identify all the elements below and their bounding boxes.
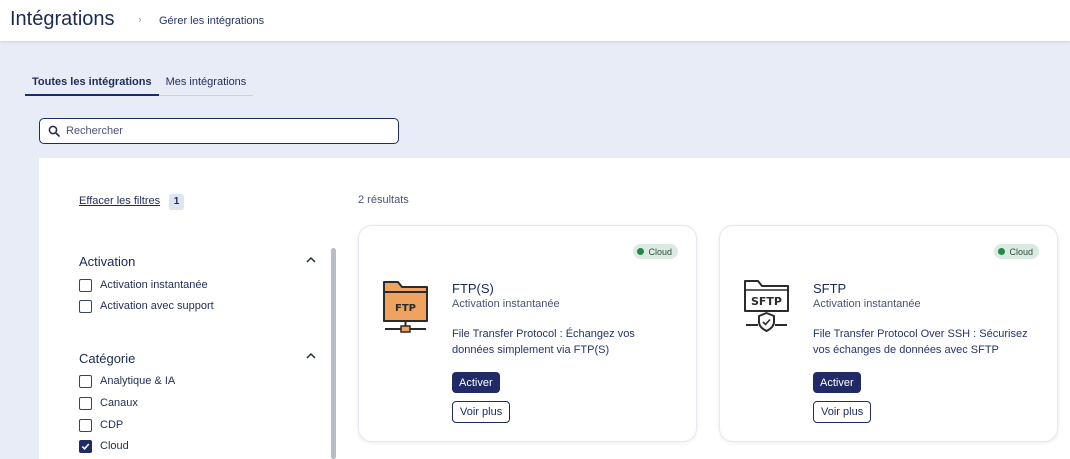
checkbox[interactable] [79, 418, 92, 432]
main-panel: Effacer les filtres 1 Activation Activat… [39, 158, 1070, 459]
integration-name: SFTP [813, 281, 847, 296]
svg-text:SFTP: SFTP [751, 295, 782, 308]
see-more-button[interactable]: Voir plus [813, 401, 872, 423]
badge-label: Cloud [648, 246, 672, 257]
checkbox-checked[interactable] [79, 439, 92, 453]
search-input[interactable] [66, 125, 366, 137]
see-more-button[interactable]: Voir plus [452, 401, 511, 423]
checkbox[interactable] [79, 374, 92, 388]
integration-card-ftps[interactable]: Cloud FTP FTP(S) Activation instantanée … [358, 225, 697, 442]
sftp-folder-shield-icon: SFTP [744, 280, 789, 332]
chevron-up-icon[interactable] [305, 254, 317, 266]
filter-group-title-activation: Activation [79, 254, 136, 269]
clear-filters-link[interactable]: Effacer les filtres [79, 195, 160, 207]
tab-all-integrations[interactable]: Toutes les intégrations [25, 74, 159, 96]
badge-label: Cloud [1009, 246, 1033, 257]
cloud-badge: Cloud [633, 244, 678, 259]
results-count: 2 résultats [358, 194, 409, 206]
checkbox[interactable] [79, 299, 92, 313]
page-title: Intégrations [10, 8, 115, 30]
status-dot-icon [637, 248, 645, 255]
filter-option-label: Cloud [100, 440, 129, 452]
top-bar: Intégrations › Gérer les intégrations [0, 0, 1070, 41]
activate-button[interactable]: Activer [452, 372, 500, 393]
integration-card-sftp[interactable]: Cloud SFTP SFTP Activation instantanée F… [719, 225, 1058, 442]
filter-option-activation-instantanee[interactable]: Activation instantanée [79, 277, 208, 293]
activate-button[interactable]: Activer [813, 372, 861, 393]
integration-name: FTP(S) [452, 281, 494, 296]
integration-description: File Transfer Protocol Over SSH : Sécuri… [813, 328, 1028, 356]
filter-group-title-categorie: Catégorie [79, 351, 136, 366]
integration-description: File Transfer Protocol : Échangez vos do… [452, 328, 635, 356]
filter-option-label: Analytique & IA [100, 375, 176, 387]
checkmark-icon [81, 442, 90, 450]
checkbox[interactable] [79, 396, 92, 410]
search-icon [48, 125, 60, 137]
chevron-up-icon[interactable] [305, 350, 317, 362]
search-box [39, 118, 399, 144]
integration-activation: Activation instantanée [452, 298, 560, 310]
checkbox[interactable] [79, 278, 92, 292]
filters-scrollbar[interactable] [331, 248, 336, 459]
filter-option-label: Activation instantanée [100, 279, 208, 291]
filter-option-label: Activation avec support [100, 300, 214, 312]
breadcrumb-manage-integrations[interactable]: Gérer les intégrations [159, 15, 264, 27]
filter-option-label: CDP [100, 419, 124, 431]
tab-my-integrations[interactable]: Mes intégrations [159, 74, 254, 95]
integration-tabs: Toutes les intégrations Mes intégrations [25, 74, 254, 96]
svg-text:FTP: FTP [395, 303, 416, 314]
cloud-badge: Cloud [994, 244, 1039, 259]
filter-option-activation-avec-support[interactable]: Activation avec support [79, 298, 214, 314]
filter-option-cloud[interactable]: Cloud [79, 438, 129, 454]
ftp-folder-icon: FTP [383, 281, 428, 333]
filter-option-canaux[interactable]: Canaux [79, 395, 138, 411]
filter-option-cdp[interactable]: CDP [79, 417, 123, 433]
status-dot-icon [998, 248, 1006, 255]
filter-option-analytique-ia[interactable]: Analytique & IA [79, 373, 175, 389]
filter-option-label: Canaux [100, 397, 138, 409]
integration-activation: Activation instantanée [813, 298, 921, 310]
active-filter-count-badge: 1 [169, 194, 184, 210]
breadcrumb-separator-icon: › [138, 14, 142, 26]
